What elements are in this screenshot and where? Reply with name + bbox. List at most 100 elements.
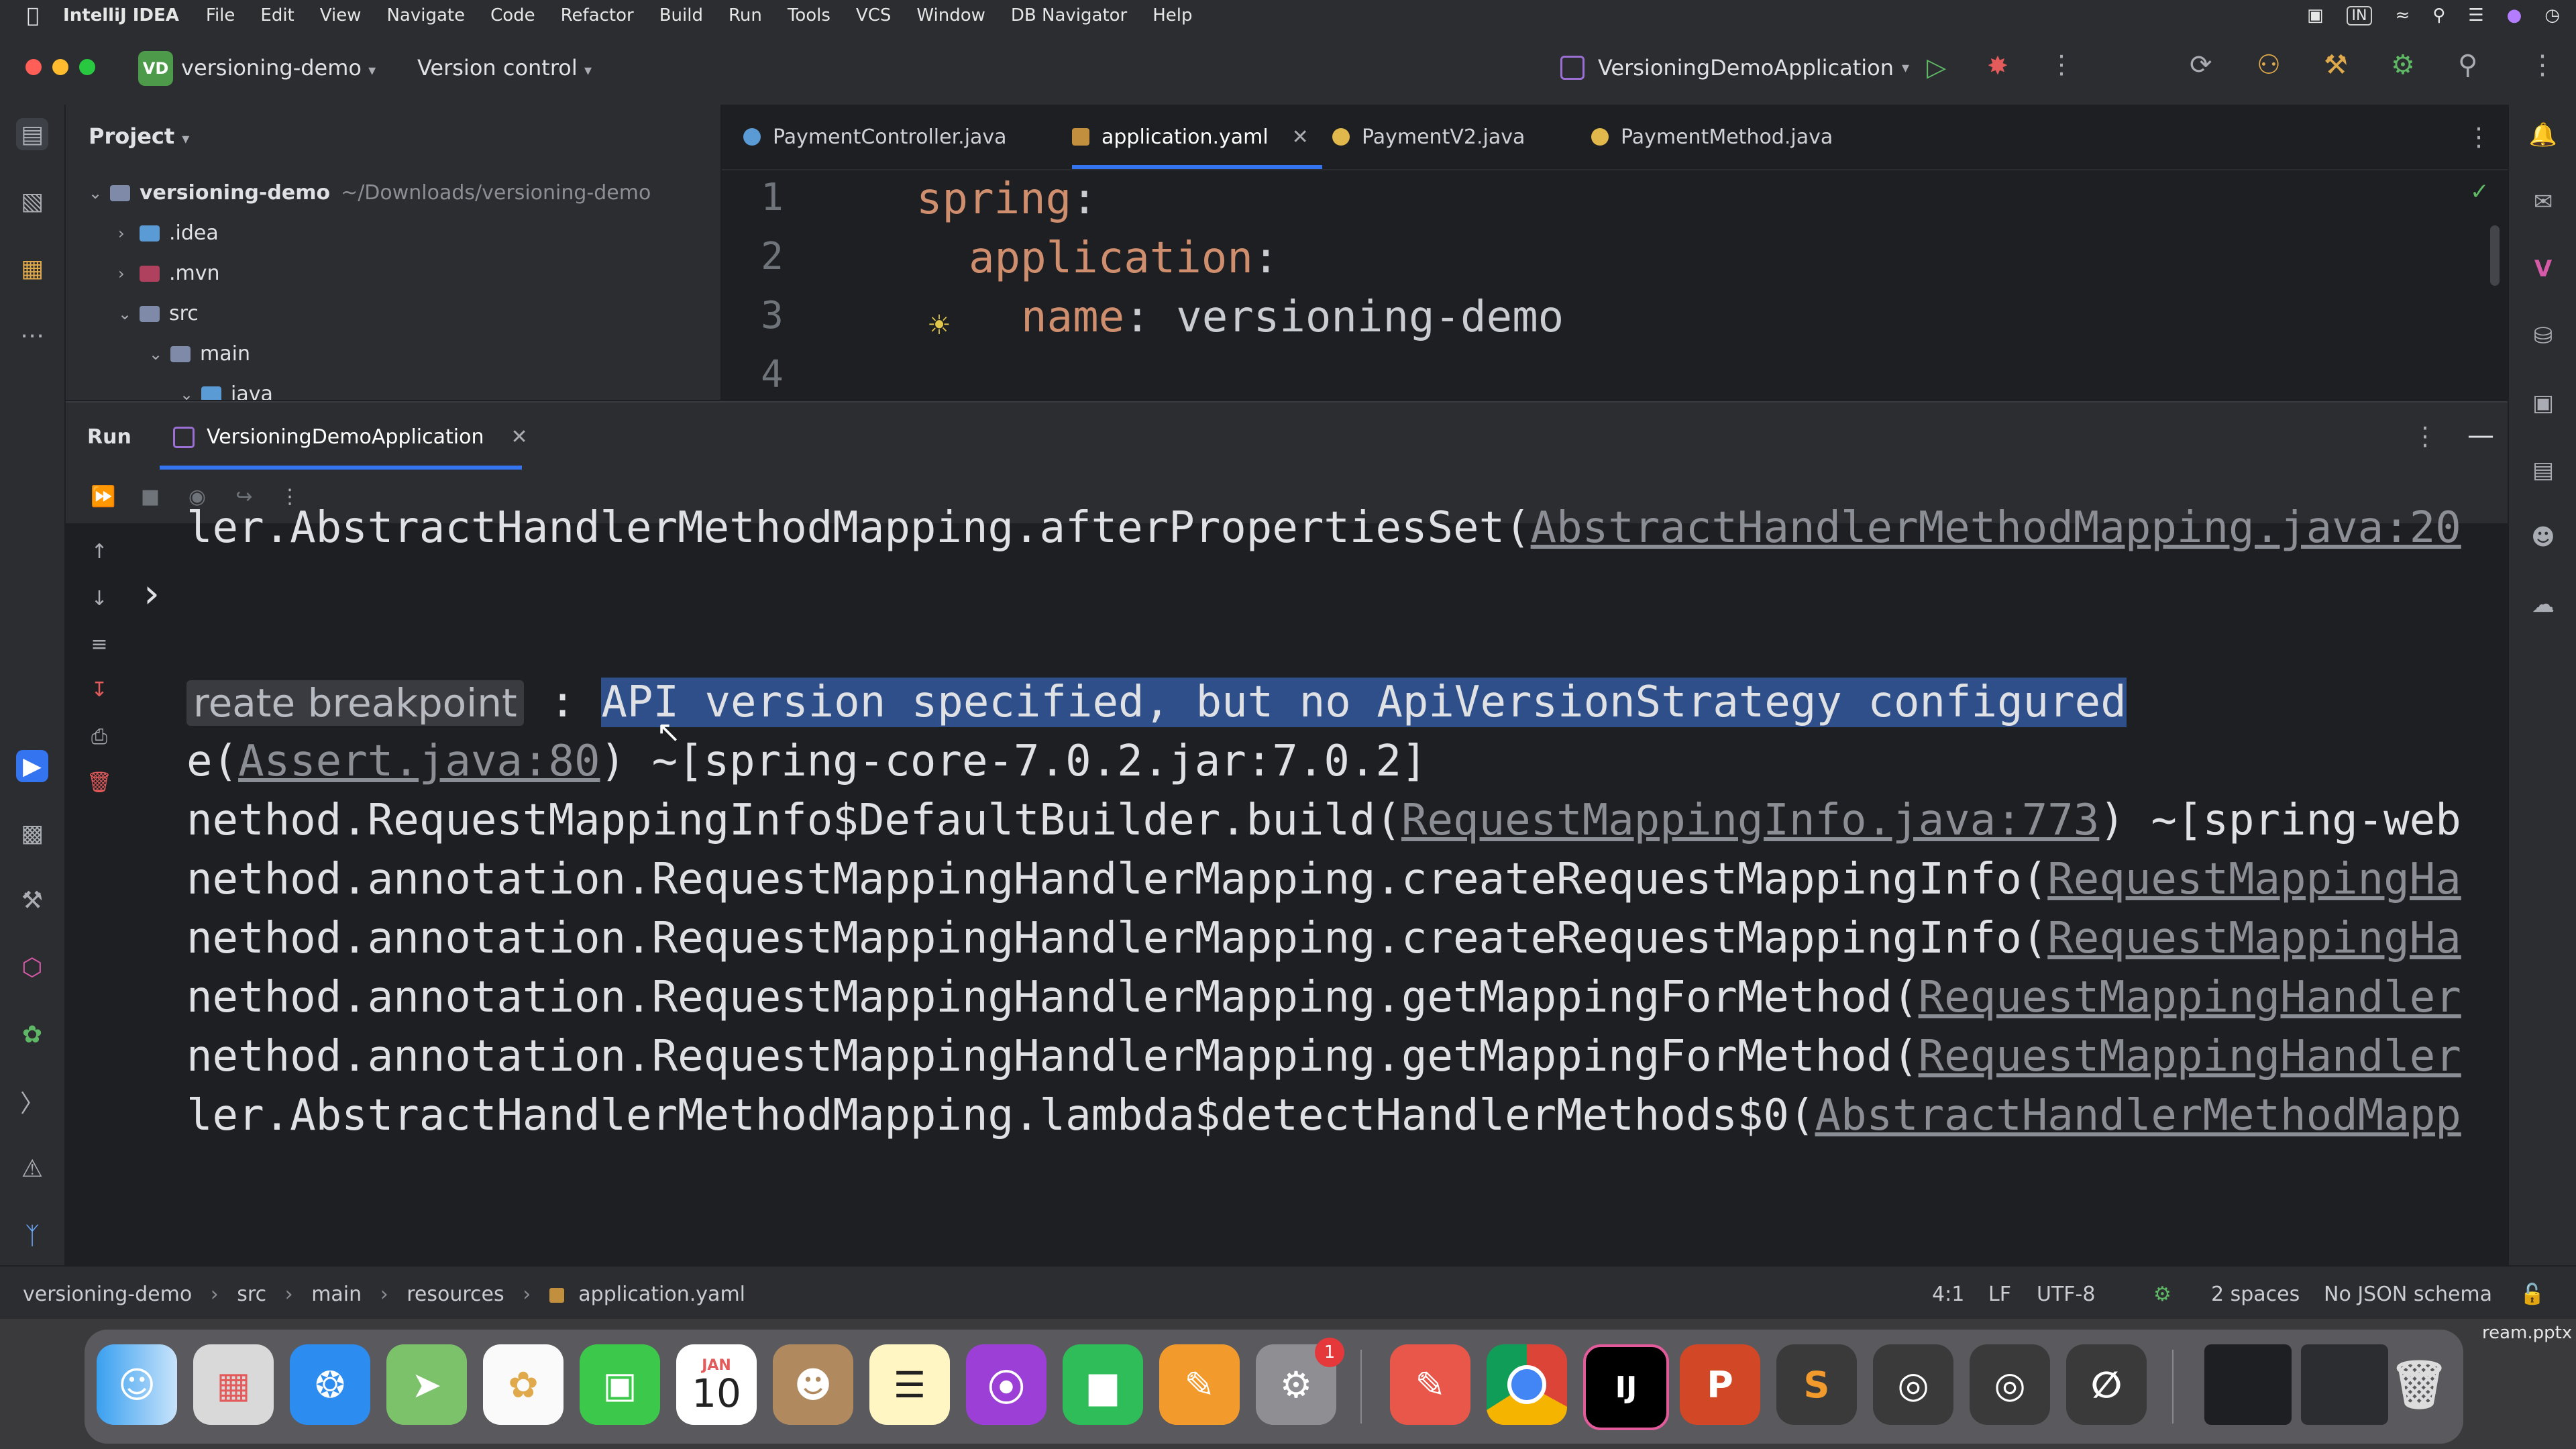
menu-app-name[interactable]: IntelliJ IDEA (63, 5, 179, 25)
arrow-down-icon[interactable]: ↓ (85, 584, 114, 613)
finder-icon[interactable]: ☺ (97, 1344, 177, 1425)
terminal-tool-icon[interactable]: 〉 (16, 1085, 48, 1118)
file-encoding[interactable]: UTF-8 (2037, 1283, 2095, 1306)
menu-window[interactable]: Window (916, 5, 985, 25)
rerun-icon[interactable]: ⏩ (89, 482, 118, 511)
code-line-1[interactable]: spring: (916, 174, 1097, 224)
input-source-indicator[interactable]: IN (2346, 5, 2373, 25)
build-tool-icon[interactable]: ⚒ (16, 884, 48, 916)
more-tools-icon[interactable]: ⋯ (16, 319, 48, 352)
menu-help[interactable]: Help (1152, 5, 1192, 25)
screen-capture-icon[interactable]: ◎ (1873, 1344, 1953, 1425)
notifications-icon[interactable]: 🔔 (2526, 118, 2560, 152)
breadcrumb-item[interactable]: application.yaml (578, 1283, 745, 1306)
tab-payment-v2[interactable]: PaymentV2.java (1332, 105, 1525, 169)
menu-run[interactable]: Run (729, 5, 762, 25)
tab-options-icon[interactable]: ⋮ (2466, 122, 2491, 152)
editor-scrollbar[interactable] (2490, 225, 2500, 286)
stack-trace-link[interactable]: RequestMappingInfo.java:773 (1401, 796, 2099, 845)
tree-item-idea[interactable]: › .idea (118, 221, 219, 245)
plugin-icon[interactable]: ⚙ (2391, 50, 2415, 80)
stack-trace-link[interactable]: Assert.java:80 (238, 737, 600, 786)
breadcrumb-item[interactable]: main (311, 1283, 362, 1306)
menu-view[interactable]: View (320, 5, 362, 25)
clock-icon[interactable]: ◷ (2544, 5, 2560, 25)
caret-position[interactable]: 4:1 (1932, 1283, 1964, 1306)
copilot-icon[interactable]: ☻ (2526, 521, 2560, 554)
ai-assistant-icon[interactable]: ⟳ (2190, 50, 2212, 80)
json-schema[interactable]: No JSON schema (2324, 1283, 2492, 1306)
facetime-icon[interactable]: ▣ (580, 1344, 660, 1425)
project-switcher[interactable]: versioning-demo ▾ (181, 55, 376, 80)
minimized-window-thumbnail[interactable] (2204, 1344, 2292, 1425)
structure-tool-icon[interactable]: ▦ (16, 252, 48, 284)
menu-navigate[interactable]: Navigate (386, 5, 465, 25)
run-config-selector[interactable]: VersioningDemoApplication ▾ (1560, 55, 1909, 80)
stack-trace-link[interactable]: RequestMappingHa (2047, 855, 2461, 904)
run-icon[interactable]: ▷ (1927, 52, 1946, 82)
close-window-button[interactable] (25, 59, 42, 75)
create-breakpoint-tooltip[interactable]: reate breakpoint (186, 680, 524, 726)
camera-app-icon[interactable]: ◎ (1970, 1344, 2050, 1425)
minimize-panel-icon[interactable]: — (2467, 420, 2494, 451)
version-control-menu[interactable]: Version control ▾ (417, 55, 592, 80)
contacts-icon[interactable]: ☻ (773, 1344, 853, 1425)
menu-code[interactable]: Code (490, 5, 535, 25)
selected-error-message[interactable]: API version specified, but no ApiVersion… (601, 678, 2127, 727)
stop-icon[interactable]: ■ (136, 482, 165, 511)
powerpoint-icon[interactable]: P (1680, 1344, 1760, 1425)
menu-tools[interactable]: Tools (788, 5, 830, 25)
chrome-icon[interactable] (1487, 1344, 1567, 1425)
stack-trace-link[interactable]: AbstractHandlerMethodMapp (1815, 1091, 2461, 1140)
null-app-icon[interactable]: ∅ (2066, 1344, 2147, 1425)
database-icon[interactable]: ⛁ (2526, 319, 2560, 353)
numbers-icon[interactable]: ▆ (1063, 1344, 1143, 1425)
stack-trace-link[interactable]: AbstractHandlerMethodMapping.java:20 (1531, 503, 2461, 553)
desktop-file-label[interactable]: ream.pptx (2482, 1323, 2572, 1343)
ai-chat-icon[interactable]: ✉ (2526, 185, 2560, 219)
run-options-icon[interactable]: ⋮ (2412, 421, 2438, 451)
pages-icon[interactable]: ✎ (1159, 1344, 1240, 1425)
tree-item-src[interactable]: ⌄ src (118, 302, 199, 325)
soft-wrap-icon[interactable]: ≡ (85, 629, 114, 659)
tree-item-main[interactable]: ⌄ main (149, 342, 250, 366)
calendar-icon[interactable]: JAN 10 (676, 1344, 757, 1425)
commit-tool-icon[interactable]: ▧ (16, 185, 48, 217)
project-panel-title[interactable]: Project ▾ (89, 123, 189, 149)
safari-icon[interactable]: ❂ (290, 1344, 370, 1425)
launchpad-icon[interactable]: ▦ (193, 1344, 274, 1425)
stack-trace-link[interactable]: RequestMappingHandler (1919, 1032, 2461, 1081)
menu-db-navigator[interactable]: DB Navigator (1011, 5, 1127, 25)
siri-icon[interactable]: ● (2507, 5, 2522, 25)
problems-tool-icon[interactable]: ⚠ (16, 1152, 48, 1185)
podcasts-icon[interactable]: ⦿ (966, 1344, 1046, 1425)
notes-icon[interactable]: ☰ (869, 1344, 950, 1425)
breadcrumb-item[interactable]: src (237, 1283, 266, 1306)
more-actions-icon[interactable]: ⋮ (2049, 50, 2074, 79)
tree-item-mvn[interactable]: › .mvn (118, 262, 220, 285)
trash-icon[interactable]: 🗑 (2379, 1344, 2459, 1425)
code-line-3[interactable]: name: versioning-demo (1021, 292, 1564, 342)
photos-icon[interactable]: ✿ (483, 1344, 564, 1425)
menu-vcs[interactable]: VCS (856, 5, 891, 25)
tree-item-java[interactable]: ⌄ java (180, 382, 273, 400)
code-with-me-icon[interactable]: ⚇ (2257, 50, 2281, 80)
intention-bulb-icon[interactable]: ☀ (927, 310, 951, 341)
minimize-window-button[interactable] (52, 59, 68, 75)
stack-trace-link[interactable]: RequestMappingHandler (1919, 973, 2461, 1022)
sublime-text-icon[interactable]: S (1776, 1344, 1857, 1425)
tab-application-yaml[interactable]: application.yaml ✕ (1072, 105, 1322, 169)
breadcrumb-item[interactable]: versioning-demo (23, 1283, 192, 1306)
maven-icon[interactable]: ▣ (2526, 386, 2560, 420)
spring-tool-icon[interactable]: ✿ (16, 1018, 48, 1051)
menu-edit[interactable]: Edit (260, 5, 294, 25)
pencil-app-icon[interactable]: ✎ (1390, 1344, 1470, 1425)
stack-trace-link[interactable]: RequestMappingHa (2047, 914, 2461, 963)
endpoints-tool-icon[interactable]: ⬡ (16, 951, 48, 983)
no-problems-check-icon[interactable]: ✓ (2470, 178, 2489, 205)
tree-item-root[interactable]: ⌄ versioning-demo ~/Downloads/versioning… (89, 181, 651, 205)
search-icon[interactable]: ⚲ (2458, 50, 2477, 80)
menu-build[interactable]: Build (659, 5, 703, 25)
scroll-to-end-icon[interactable]: ↧ (85, 675, 114, 704)
line-separator[interactable]: LF (1988, 1283, 2011, 1306)
